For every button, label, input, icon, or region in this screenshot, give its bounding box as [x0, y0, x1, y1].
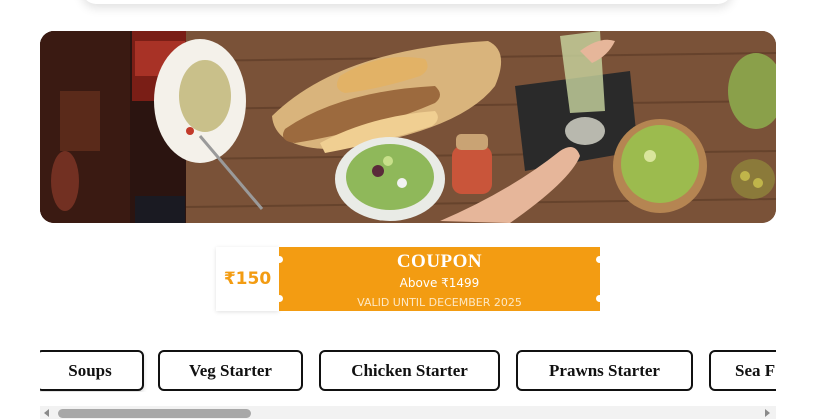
top-card [82, 0, 732, 4]
tab-sea-food[interactable]: Sea F [709, 350, 776, 391]
coupon-notch [276, 256, 283, 263]
coupon-amount: ₹150 [223, 269, 272, 289]
category-tabs-track: Soups Veg Starter Chicken Starter Prawns… [40, 350, 776, 392]
scroll-right-arrow-icon[interactable] [765, 409, 770, 417]
category-tabs: Soups Veg Starter Chicken Starter Prawns… [40, 350, 776, 392]
tab-label: Prawns Starter [549, 360, 660, 380]
horizontal-scrollbar[interactable] [40, 406, 776, 419]
food-photo [40, 31, 776, 223]
tab-soups[interactable]: Soups [40, 350, 144, 391]
tab-label: Veg Starter [189, 360, 272, 380]
tab-veg-starter[interactable]: Veg Starter [158, 350, 303, 391]
tab-label: Sea F [735, 360, 776, 380]
coupon-validity: VALID UNTIL DECEMBER 2025 [357, 296, 522, 309]
coupon-notch [276, 295, 283, 302]
tab-chicken-starter[interactable]: Chicken Starter [319, 350, 500, 391]
coupon-min-order: Above ₹1499 [399, 276, 480, 290]
coupon-notch [596, 295, 603, 302]
banner-image [40, 31, 776, 223]
coupon-body: COUPON Above ₹1499 VALID UNTIL DECEMBER … [279, 247, 600, 311]
coupon-stub: ₹150 [216, 247, 279, 311]
tab-label: Soups [68, 360, 112, 380]
scroll-left-arrow-icon[interactable] [44, 409, 49, 417]
coupon-title: COUPON [396, 251, 483, 272]
tab-prawns-starter[interactable]: Prawns Starter [516, 350, 693, 391]
scrollbar-thumb[interactable] [58, 409, 251, 418]
tab-label: Chicken Starter [351, 360, 468, 380]
coupon-card[interactable]: ₹150 COUPON Above ₹1499 VALID UNTIL DECE… [216, 247, 603, 311]
coupon-notch [596, 256, 603, 263]
